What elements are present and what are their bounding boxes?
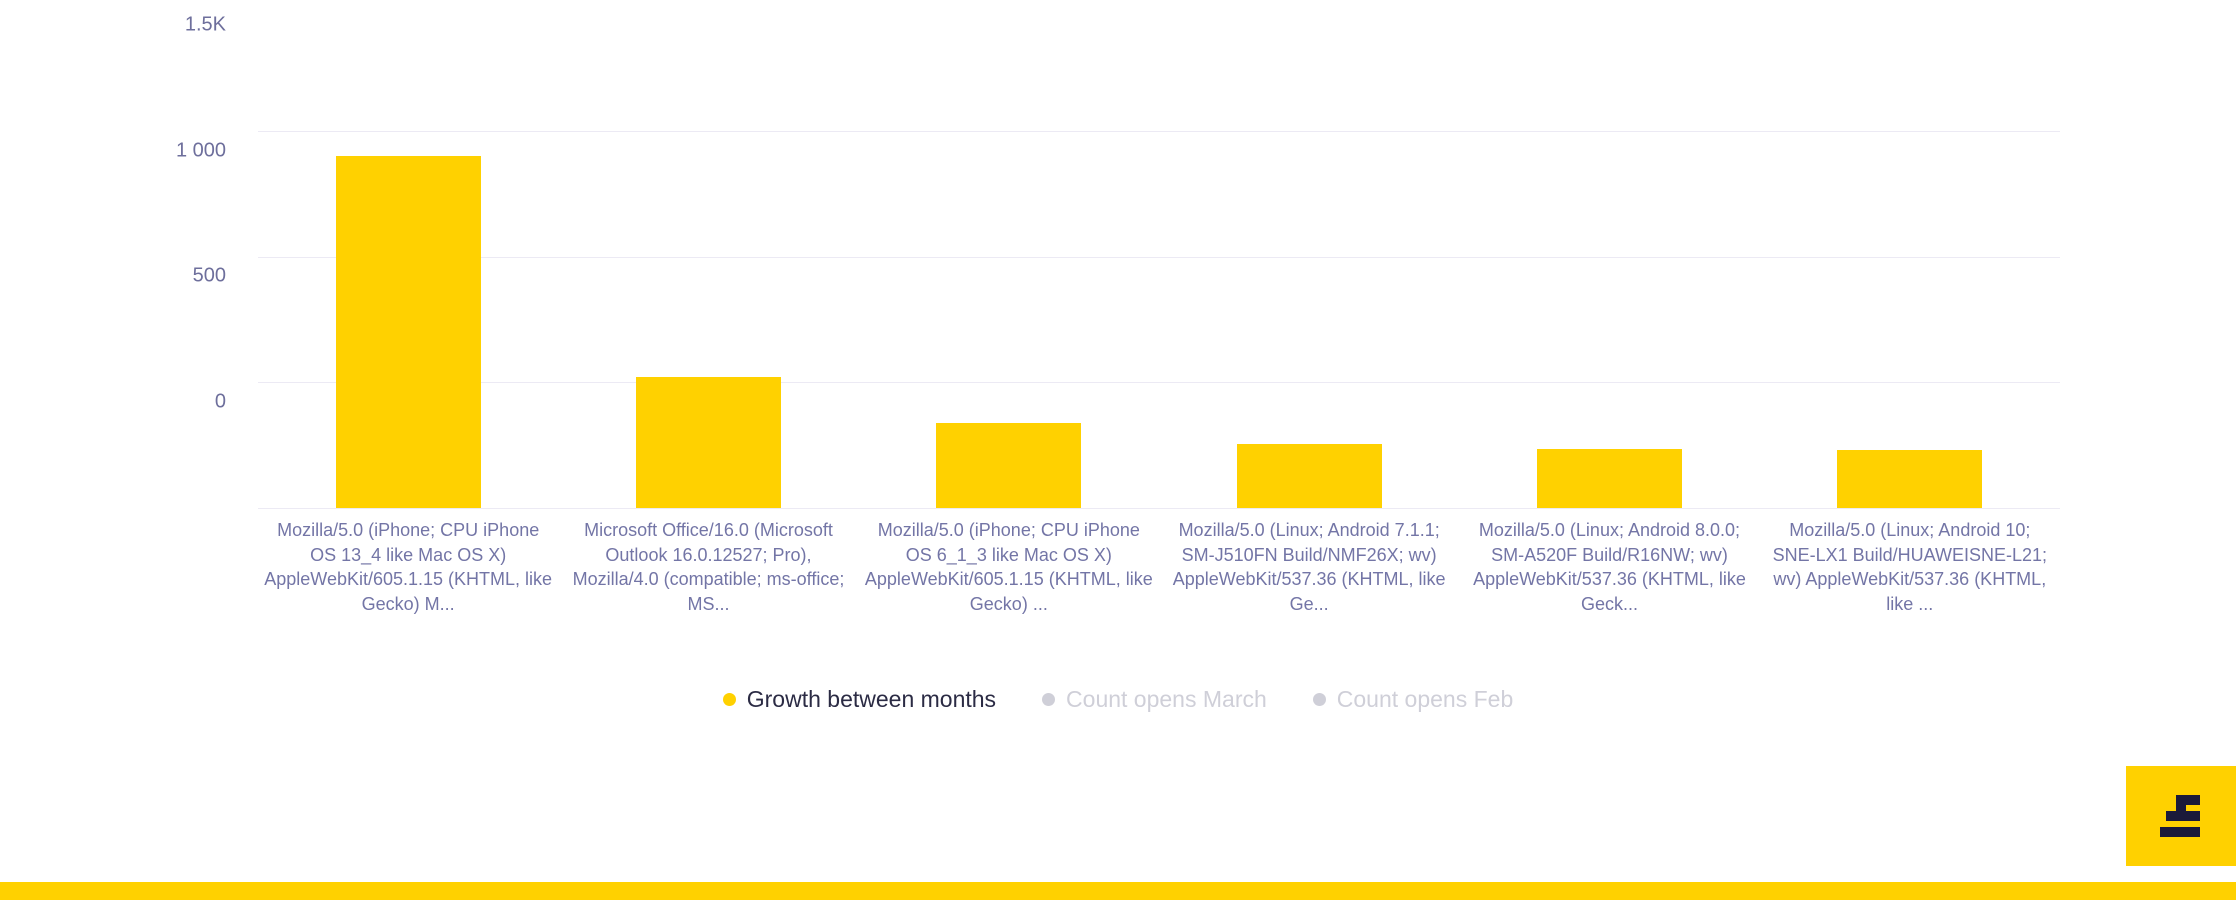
bar-slot: [1159, 106, 1459, 508]
bar-chart: 1.5K 1 000 500 0 Mozilla/5.0 (iPhone; CPU i…: [0, 0, 2236, 660]
bar-slot: [859, 106, 1159, 508]
x-axis-category-label: Mozilla/5.0 (iPhone; CPU iPhone OS 6_1_3…: [864, 520, 1153, 614]
x-axis-category-label: Mozilla/5.0 (Linux; Android 7.1.1; SM-J5…: [1172, 520, 1446, 614]
y-axis-tick-label: 1 000: [175, 139, 226, 162]
bar-slot: [558, 106, 858, 508]
legend-dot-icon: [1042, 693, 1056, 706]
chart-legend: Growth between months Count opens March Co…: [0, 686, 2236, 713]
bar-slot: [1459, 106, 1759, 508]
legend-item[interactable]: Count opens Feb: [1312, 686, 1514, 713]
bar[interactable]: [1236, 443, 1382, 508]
x-axis-labels: Mozilla/5.0 (iPhone; CPU iPhone OS 13_4 …: [258, 518, 2060, 616]
bar[interactable]: [335, 156, 481, 508]
legend-label: Count opens Feb: [1336, 686, 1514, 712]
axis-baseline: [258, 508, 2060, 509]
y-axis: 1.5K 1 000 500 0: [0, 0, 258, 413]
x-axis-category-label: Mozilla/5.0 (iPhone; CPU iPhone OS 13_4 …: [264, 520, 553, 614]
legend-label: Growth between months: [746, 686, 997, 712]
bar-series-growth-between-months: [258, 106, 2060, 508]
bar-slot: [258, 106, 558, 508]
brand-logo-badge: [2126, 766, 2236, 866]
chart-page: 1.5K 1 000 500 0 Mozilla/5.0 (iPhone; CPU i…: [0, 0, 2236, 900]
bar[interactable]: [1536, 448, 1682, 508]
bar[interactable]: [1837, 449, 1983, 508]
bar[interactable]: [936, 422, 1082, 508]
legend-item[interactable]: Count opens March: [1042, 686, 1267, 713]
y-axis-tick-label: 0: [214, 390, 226, 413]
footer-accent-bar: [0, 882, 2236, 900]
bar[interactable]: [635, 377, 781, 508]
y-axis-tick-label: 1.5K: [184, 13, 226, 36]
y-axis-tick-label: 500: [192, 264, 226, 287]
legend-dot-icon: [1312, 693, 1326, 706]
x-axis-category-label: Mozilla/5.0 (Linux; Android 10; SNE-LX1 …: [1772, 520, 2048, 614]
legend-dot-icon: [722, 693, 736, 706]
x-axis-category-label: Microsoft Office/16.0 (Microsoft Outlook…: [572, 520, 845, 614]
x-axis-category-label: Mozilla/5.0 (Linux; Android 8.0.0; SM-A5…: [1473, 520, 1746, 614]
legend-item[interactable]: Growth between months: [722, 686, 997, 713]
legend-label: Count opens March: [1066, 686, 1267, 712]
bar-slot: [1760, 106, 2060, 508]
